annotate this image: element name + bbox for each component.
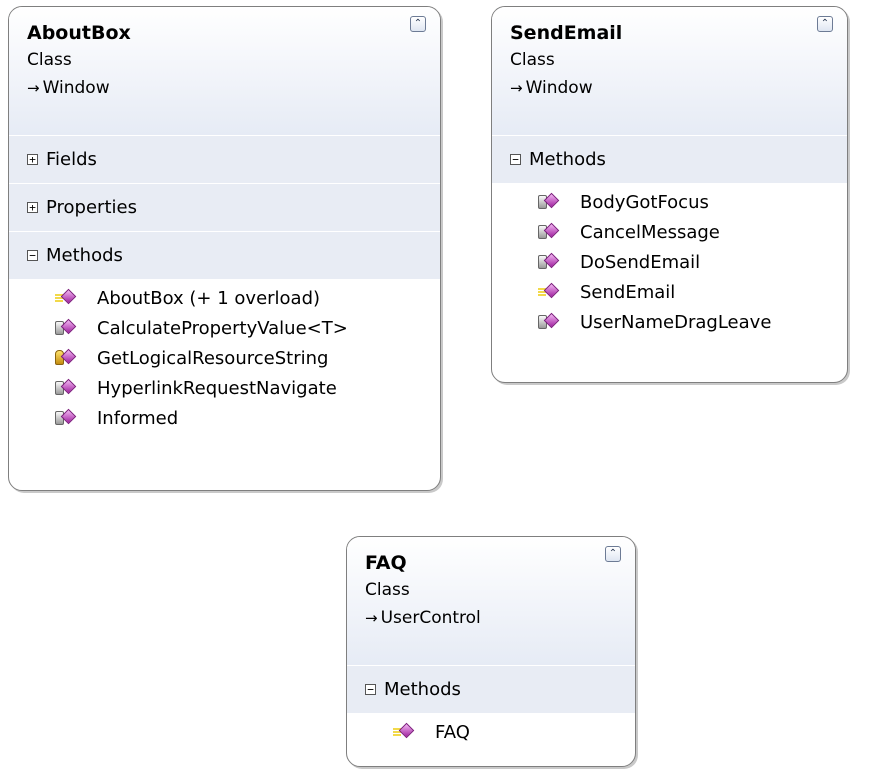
method-name: GetLogicalResourceString — [97, 347, 329, 369]
method-row[interactable]: SendEmail — [492, 277, 847, 307]
method-name: FAQ — [435, 721, 470, 743]
method-name: CancelMessage — [580, 221, 720, 243]
base-class-name: UserControl — [380, 608, 481, 628]
section-methods[interactable]: − Methods — [492, 135, 847, 183]
section-label: Properties — [46, 197, 137, 218]
method-name: DoSendEmail — [580, 251, 701, 273]
private-method-icon — [55, 408, 77, 427]
method-row[interactable]: UserNameDragLeave — [492, 307, 847, 337]
method-name: Informed — [97, 407, 179, 429]
private-method-icon — [538, 252, 560, 271]
method-name: SendEmail — [580, 281, 676, 303]
class-header: SendEmail Class → Window ⌃ — [492, 7, 847, 135]
method-row[interactable]: AboutBox (+ 1 overload) — [9, 283, 440, 313]
section-label: Fields — [46, 149, 97, 170]
method-list: AboutBox (+ 1 overload) CalculateProperty… — [9, 279, 440, 441]
private-method-icon — [55, 378, 77, 397]
base-class-name: Window — [525, 78, 593, 98]
collapse-chevron-icon[interactable]: ⌃ — [605, 546, 621, 562]
expand-toggle-icon[interactable]: + — [27, 202, 38, 213]
base-class: → UserControl — [365, 607, 617, 629]
private-method-icon — [538, 222, 560, 241]
public-method-icon — [55, 288, 77, 307]
collapse-chevron-icon[interactable]: ⌃ — [410, 16, 426, 32]
method-row[interactable]: DoSendEmail — [492, 247, 847, 277]
class-stereotype: Class — [27, 50, 72, 70]
private-method-icon — [55, 318, 77, 337]
method-row[interactable]: CancelMessage — [492, 217, 847, 247]
method-row[interactable]: FAQ — [347, 717, 635, 747]
base-class: → Window — [510, 77, 829, 99]
base-class-name: Window — [42, 78, 110, 98]
collapse-toggle-icon[interactable]: − — [365, 684, 376, 695]
method-name: CalculatePropertyValue<T> — [97, 317, 348, 339]
section-label: Methods — [529, 149, 606, 170]
section-properties[interactable]: + Properties — [9, 183, 440, 231]
collapse-toggle-icon[interactable]: − — [510, 154, 521, 165]
method-row[interactable]: CalculatePropertyValue<T> — [9, 313, 440, 343]
protected-method-icon — [55, 348, 77, 367]
method-row[interactable]: Informed — [9, 403, 440, 433]
collapse-toggle-icon[interactable]: − — [27, 250, 38, 261]
method-name: HyperlinkRequestNavigate — [97, 377, 337, 399]
section-methods[interactable]: − Methods — [9, 231, 440, 279]
public-method-icon — [393, 722, 415, 741]
inheritance-arrow-icon: → — [27, 79, 40, 97]
class-header: FAQ Class → UserControl ⌃ — [347, 537, 635, 665]
section-fields[interactable]: + Fields — [9, 135, 440, 183]
method-list: FAQ — [347, 713, 635, 755]
expand-toggle-icon[interactable]: + — [27, 154, 38, 165]
method-name: BodyGotFocus — [580, 191, 709, 213]
class-shape-aboutbox[interactable]: AboutBox Class → Window ⌃ + Fields + Proper… — [8, 6, 441, 491]
class-title: FAQ — [365, 552, 407, 574]
method-row[interactable]: GetLogicalResourceString — [9, 343, 440, 373]
class-header: AboutBox Class → Window ⌃ — [9, 7, 440, 135]
method-row[interactable]: BodyGotFocus — [492, 187, 847, 217]
public-method-icon — [538, 282, 560, 301]
section-label: Methods — [384, 679, 461, 700]
method-row[interactable]: HyperlinkRequestNavigate — [9, 373, 440, 403]
class-stereotype: Class — [365, 580, 410, 600]
class-shape-faq[interactable]: FAQ Class → UserControl ⌃ − Methods FAQ — [346, 536, 636, 767]
class-stereotype: Class — [510, 50, 555, 70]
class-shape-sendemail[interactable]: SendEmail Class → Window ⌃ − Methods BodyG… — [491, 6, 848, 383]
inheritance-arrow-icon: → — [510, 79, 523, 97]
inheritance-arrow-icon: → — [365, 609, 378, 627]
method-list: BodyGotFocus CancelMessage DoSendEmail Send… — [492, 183, 847, 345]
method-name: AboutBox (+ 1 overload) — [97, 287, 321, 309]
private-method-icon — [538, 192, 560, 211]
method-name: UserNameDragLeave — [580, 311, 772, 333]
class-title: AboutBox — [27, 22, 131, 44]
section-label: Methods — [46, 245, 123, 266]
base-class: → Window — [27, 77, 422, 99]
private-method-icon — [538, 312, 560, 331]
section-methods[interactable]: − Methods — [347, 665, 635, 713]
class-title: SendEmail — [510, 22, 623, 44]
collapse-chevron-icon[interactable]: ⌃ — [817, 16, 833, 32]
